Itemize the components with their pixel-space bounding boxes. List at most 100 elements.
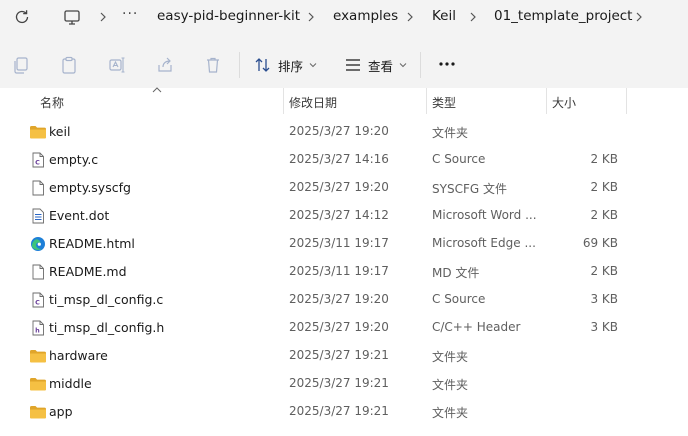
- view-button[interactable]: 查看: [344, 52, 407, 78]
- file-date: 2025/3/27 19:20: [289, 320, 389, 334]
- file-type: C Source: [432, 152, 486, 166]
- file-size: 3 KB: [590, 292, 618, 306]
- column-header-type[interactable]: 类型: [432, 94, 456, 111]
- folder-icon: [29, 348, 47, 364]
- breadcrumb-overflow-button[interactable]: ···: [122, 6, 140, 26]
- breadcrumb-item[interactable]: examples: [333, 8, 398, 26]
- file-name[interactable]: app: [49, 404, 73, 419]
- chevron-right-icon[interactable]: [634, 9, 644, 25]
- file-row[interactable]: keil 2025/3/27 19:20 文件夹: [0, 118, 688, 146]
- file-size: 2 KB: [590, 264, 618, 278]
- file-date: 2025/3/11 19:17: [289, 236, 389, 250]
- refresh-icon[interactable]: [12, 7, 32, 27]
- file-name[interactable]: hardware: [49, 348, 108, 363]
- file-row[interactable]: h ti_msp_dl_config.h 2025/3/27 19:20 C/C++ …: [0, 314, 688, 342]
- view-list-icon: [346, 59, 360, 71]
- file-type: 文件夹: [432, 406, 469, 420]
- file-type: Microsoft Word ...: [432, 208, 537, 222]
- generic-file-icon: [29, 180, 47, 196]
- column-divider[interactable]: [546, 88, 547, 114]
- share-icon[interactable]: [155, 55, 175, 75]
- column-divider[interactable]: [626, 88, 627, 114]
- command-bar: 排序 查看: [0, 44, 688, 88]
- file-row[interactable]: README.html 2025/3/11 19:17 Microsoft Edge…: [0, 230, 688, 258]
- column-header-row: 名称 修改日期 类型 大小: [0, 87, 688, 114]
- delete-icon[interactable]: [203, 55, 223, 75]
- column-header-date[interactable]: 修改日期: [289, 94, 337, 111]
- file-name[interactable]: ti_msp_dl_config.c: [49, 292, 163, 307]
- folder-icon: [29, 124, 47, 140]
- file-list: 名称 修改日期 类型 大小 keil 2025/3/27 19:20 文件夹 Cemp…: [0, 87, 688, 436]
- file-name[interactable]: README.md: [49, 264, 127, 279]
- file-size: 3 KB: [590, 320, 618, 334]
- column-divider[interactable]: [283, 88, 284, 114]
- file-row[interactable]: Cti_msp_dl_config.c 2025/3/27 19:20 C Sour…: [0, 286, 688, 314]
- file-row[interactable]: Event.dot 2025/3/27 14:12 Microsoft Word .…: [0, 202, 688, 230]
- file-date: 2025/3/27 19:20: [289, 124, 389, 138]
- breadcrumb-item[interactable]: easy-pid-beginner-kit: [157, 8, 300, 26]
- svg-text:h: h: [35, 327, 40, 335]
- file-type: C Source: [432, 292, 486, 306]
- file-size: 2 KB: [590, 208, 618, 222]
- file-name[interactable]: empty.c: [49, 152, 98, 167]
- chevron-right-icon[interactable]: [468, 9, 478, 25]
- file-name[interactable]: Event.dot: [49, 208, 109, 223]
- edge-file-icon: [29, 236, 47, 252]
- file-date: 2025/3/27 14:12: [289, 208, 389, 222]
- rename-icon[interactable]: [107, 55, 127, 75]
- file-size: 69 KB: [582, 236, 618, 250]
- toolbar-divider: [239, 52, 240, 78]
- file-row[interactable]: README.md 2025/3/11 19:17 MD 文件 2 KB: [0, 258, 688, 286]
- chevron-right-icon[interactable]: [98, 9, 108, 25]
- file-name[interactable]: keil: [49, 124, 70, 139]
- file-type: 文件夹: [432, 378, 469, 392]
- paste-icon[interactable]: [59, 55, 79, 75]
- file-size: 2 KB: [590, 152, 618, 166]
- file-name[interactable]: empty.syscfg: [49, 180, 131, 195]
- more-options-icon[interactable]: [436, 53, 458, 75]
- file-date: 2025/3/27 19:21: [289, 348, 389, 362]
- file-row[interactable]: app 2025/3/27 19:21 文件夹: [0, 398, 688, 426]
- file-name[interactable]: ti_msp_dl_config.h: [49, 320, 164, 335]
- address-bar: ··· easy-pid-beginner-kit examples Keil …: [0, 0, 688, 34]
- file-size: 2 KB: [590, 180, 618, 194]
- column-header-size[interactable]: 大小: [552, 94, 576, 111]
- copy-icon[interactable]: [11, 55, 31, 75]
- file-date: 2025/3/27 19:21: [289, 376, 389, 390]
- file-type: 文件夹: [432, 350, 469, 364]
- sort-ascending-icon: [152, 87, 162, 93]
- generic-file-icon: [29, 264, 47, 280]
- column-header-name[interactable]: 名称: [40, 94, 64, 111]
- file-row[interactable]: middle 2025/3/27 19:21 文件夹: [0, 370, 688, 398]
- c-header-file-icon: h: [29, 320, 47, 336]
- file-type: SYSCFG 文件: [432, 182, 507, 196]
- sort-button[interactable]: 排序: [254, 52, 317, 78]
- column-divider[interactable]: [426, 88, 427, 114]
- toolbar-divider: [420, 52, 421, 78]
- svg-text:C: C: [35, 299, 40, 307]
- sort-icon: [255, 58, 270, 72]
- file-date: 2025/3/27 19:20: [289, 292, 389, 306]
- c-source-file-icon: C: [29, 292, 47, 308]
- word-file-icon: [29, 208, 47, 224]
- file-row[interactable]: empty.syscfg 2025/3/27 19:20 SYSCFG 文件 2 KB: [0, 174, 688, 202]
- file-name[interactable]: middle: [49, 376, 92, 391]
- file-type: MD 文件: [432, 266, 480, 280]
- file-type: Microsoft Edge ...: [432, 236, 536, 250]
- file-row[interactable]: hardware 2025/3/27 19:21 文件夹: [0, 342, 688, 370]
- view-label: 查看: [368, 58, 394, 74]
- folder-icon: [29, 376, 47, 392]
- file-name[interactable]: README.html: [49, 236, 135, 251]
- this-pc-icon[interactable]: [62, 7, 82, 27]
- file-date: 2025/3/27 14:16: [289, 152, 389, 166]
- breadcrumb-item[interactable]: Keil: [432, 8, 456, 26]
- chevron-right-icon[interactable]: [405, 9, 415, 25]
- breadcrumb-item-current[interactable]: 01_template_project: [494, 8, 632, 26]
- chevron-right-icon[interactable]: [306, 9, 316, 25]
- file-row[interactable]: Cempty.c 2025/3/27 14:16 C Source 2 KB: [0, 146, 688, 174]
- file-date: 2025/3/27 19:20: [289, 180, 389, 194]
- file-date: 2025/3/27 19:21: [289, 404, 389, 418]
- chevron-down-icon: [309, 63, 317, 68]
- folder-icon: [29, 404, 47, 420]
- svg-text:C: C: [35, 159, 40, 167]
